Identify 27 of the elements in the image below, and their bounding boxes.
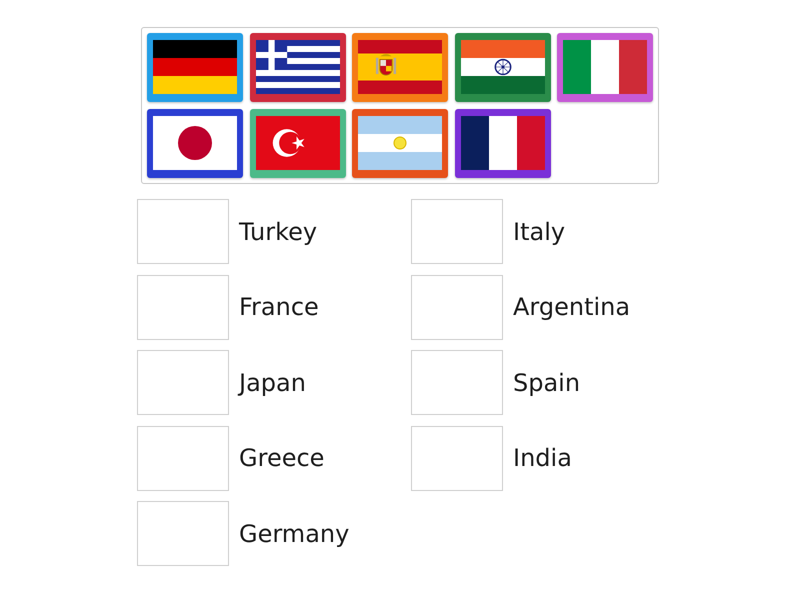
country-label: Argentina xyxy=(513,293,630,321)
japanese-flag-icon xyxy=(153,116,237,170)
flag-tile[interactable] xyxy=(250,109,346,178)
indian-flag-icon xyxy=(460,40,544,94)
flag-tile[interactable] xyxy=(147,33,243,102)
turkish-flag-icon xyxy=(256,116,340,170)
country-label: Turkey xyxy=(239,218,318,246)
french-flag-icon xyxy=(460,116,544,170)
country-label: Japan xyxy=(239,368,306,396)
flag-tile[interactable] xyxy=(557,33,653,102)
italian-flag-icon xyxy=(563,40,647,94)
flag-tile[interactable] xyxy=(454,109,550,178)
flag-tile[interactable] xyxy=(352,33,448,102)
country-label: Greece xyxy=(239,444,324,472)
argentine-flag-icon xyxy=(358,116,442,170)
flag-tile[interactable] xyxy=(352,109,448,178)
flag-tile[interactable] xyxy=(454,33,550,102)
flag-tile[interactable] xyxy=(250,33,346,102)
greek-flag-icon xyxy=(256,40,340,94)
country-label: Italy xyxy=(513,218,566,246)
flag-tile[interactable] xyxy=(147,109,243,178)
country-label: Germany xyxy=(239,520,350,548)
country-label: Spain xyxy=(513,368,580,396)
german-flag-icon xyxy=(153,40,237,94)
spanish-flag-icon xyxy=(358,40,442,94)
country-label: India xyxy=(513,444,572,472)
country-label: France xyxy=(239,293,319,321)
